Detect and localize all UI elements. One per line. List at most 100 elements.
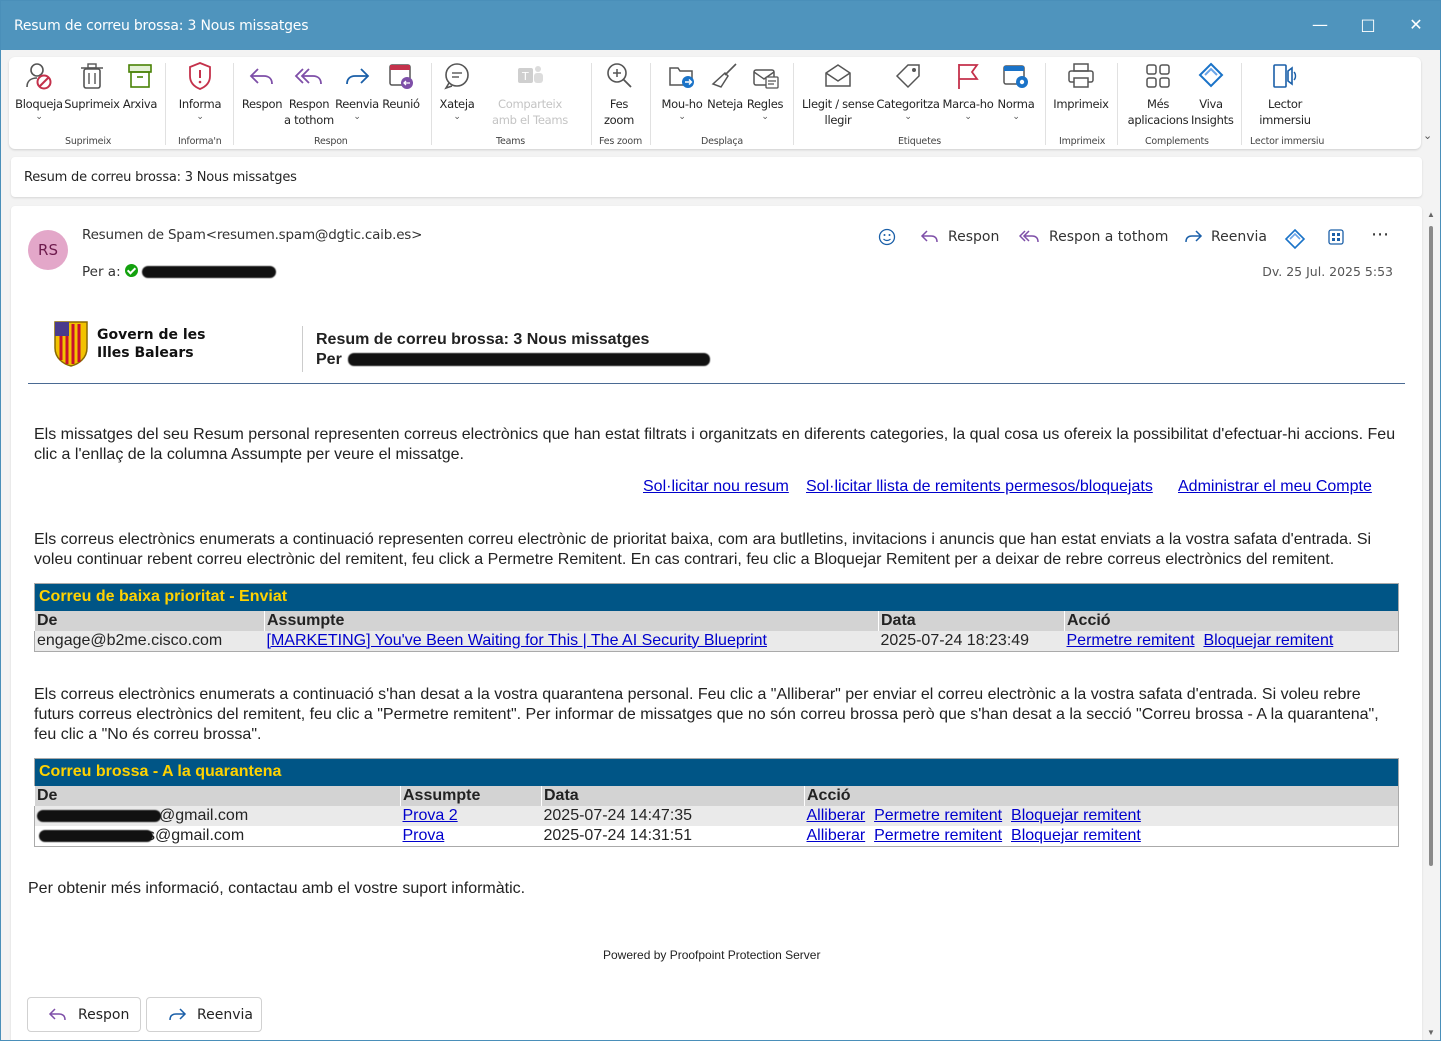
viva-insights-icon <box>1198 62 1224 88</box>
group-label-teams: Teams <box>496 136 526 147</box>
minimize-icon[interactable]: — <box>1308 13 1332 37</box>
broom-icon <box>711 63 737 88</box>
reply-icon <box>48 1007 66 1020</box>
scroll-up-icon[interactable]: ▲ <box>1427 210 1435 219</box>
sender[interactable]: Resumen de Spam<resumen.spam@dgtic.caib.… <box>82 227 422 243</box>
allow-sender-link[interactable]: Permetre remitent <box>874 807 1002 824</box>
table-row: s@gmail.com Prova 2025-07-24 14:31:51 Al… <box>34 825 1399 846</box>
col-header: Assumpte <box>400 785 542 806</box>
subject-link[interactable]: Prova 2 <box>403 807 458 824</box>
printer-icon <box>1068 63 1094 88</box>
govern-logo-shield-icon <box>53 320 89 373</box>
request-sender-list-link[interactable]: Sol·licitar llista de remitents permesos… <box>806 478 1153 496</box>
header-apps-button[interactable] <box>1327 228 1345 246</box>
immersive-reader-button[interactable]: Lector immersiu <box>1249 61 1321 128</box>
footer-info: Per obtenir més informació, contactau am… <box>28 880 526 897</box>
categorize-button[interactable]: Categoritza ⌄ <box>876 61 940 122</box>
ribbon: Bloqueja ⌄ Suprimeix Arxiva Suprimeix Inf… <box>9 57 1421 149</box>
bottom-forward-button[interactable]: Reenvia <box>146 997 262 1032</box>
intro-text: Els missatges del seu Resum personal rep… <box>34 426 1396 463</box>
tag-icon <box>895 64 920 89</box>
close-icon[interactable]: ✕ <box>1404 13 1428 37</box>
share-teams-button[interactable]: T Comparteix amb el Teams <box>477 61 583 128</box>
zoom-icon <box>607 63 632 88</box>
print-button[interactable]: Imprimeix <box>1051 61 1111 112</box>
ribbon-separator <box>1045 63 1046 145</box>
trash-icon <box>81 63 103 89</box>
date-cell: 2025-07-24 14:47:35 <box>543 806 693 824</box>
forward-icon <box>169 1007 187 1020</box>
col-header: Assumpte <box>264 610 879 631</box>
date-cell: 2025-07-24 14:31:51 <box>543 826 693 844</box>
subject-bar: Resum de correu brossa: 3 Nous missatges <box>11 157 1422 197</box>
ribbon-separator <box>793 63 794 145</box>
release-link[interactable]: Alliberar <box>807 827 866 844</box>
request-new-summary-link[interactable]: Sol·licitar nou resum <box>643 478 789 496</box>
report-button[interactable]: Informa ⌄ <box>173 61 227 122</box>
message-pane: RS Resumen de Spam<resumen.spam@dgtic.ca… <box>11 206 1422 1040</box>
block-button[interactable]: Bloqueja ⌄ <box>14 61 64 122</box>
more-apps-button[interactable]: Més aplicacions <box>1122 61 1194 128</box>
read-unread-button[interactable]: Llegit / sense llegir <box>799 61 877 128</box>
scroll-thumb[interactable] <box>1429 226 1433 866</box>
title-bar: Resum de correu brossa: 3 Nous missatges… <box>1 1 1440 50</box>
forward-icon <box>346 68 370 85</box>
bottom-reply-button[interactable]: Respon <box>27 997 141 1032</box>
quarantine-table: Correu brossa - A la quarantena De Assum… <box>34 758 1399 847</box>
group-label-move: Desplaça <box>701 136 744 147</box>
from-cell: engage@b2me.cisco.com <box>37 631 223 649</box>
ribbon-separator <box>233 63 234 145</box>
chat-button[interactable]: Xateja ⌄ <box>437 61 477 122</box>
subject-link[interactable]: Prova <box>403 827 445 844</box>
col-header: Data <box>541 785 805 806</box>
govern-logo-text: Govern de les Illes Balears <box>97 327 206 361</box>
ribbon-expand-icon[interactable]: ⌄ <box>1423 129 1432 142</box>
block-sender-link[interactable]: Bloquejar remitent <box>1203 632 1333 649</box>
move-button[interactable]: Mou-ho ⌄ <box>658 61 706 122</box>
reply-icon <box>249 68 273 85</box>
reply-all-button[interactable]: Respon a tothom <box>284 61 334 128</box>
smiley-icon <box>878 228 896 246</box>
flag-icon <box>958 64 979 89</box>
policy-icon <box>1003 65 1028 88</box>
redacted-address <box>348 353 710 366</box>
allow-sender-link[interactable]: Permetre remitent <box>874 827 1002 844</box>
subject-link[interactable]: [MARKETING] You've Been Waiting for This… <box>267 632 767 649</box>
move-folder-icon <box>669 67 694 88</box>
redacted-recipient <box>142 266 276 278</box>
clean-button[interactable]: Neteja <box>706 61 744 112</box>
date-cell: 2025-07-24 18:23:49 <box>880 631 1030 649</box>
presence-available-icon <box>125 264 138 277</box>
scroll-down-icon[interactable]: ▼ <box>1427 1028 1435 1037</box>
header-reply-all-button[interactable]: Respon a tothom <box>1019 228 1168 246</box>
shield-alert-icon <box>189 62 211 90</box>
powered-by: Powered by Proofpoint Protection Server <box>603 948 821 962</box>
manage-account-link[interactable]: Administrar el meu Compte <box>1178 478 1372 496</box>
archive-button[interactable]: Arxiva <box>120 61 160 112</box>
policy-button[interactable]: Norma ⌄ <box>996 61 1036 122</box>
scrollbar[interactable]: ▲ ▼ <box>1425 206 1440 1040</box>
emoji-button[interactable] <box>878 228 896 246</box>
block-sender-link[interactable]: Bloquejar remitent <box>1011 807 1141 824</box>
reply-all-icon <box>294 68 322 85</box>
header-viva-button[interactable] <box>1284 228 1306 250</box>
rules-icon <box>753 69 779 89</box>
zoom-button[interactable]: Fes zoom <box>595 61 643 128</box>
block-sender-link[interactable]: Bloquejar remitent <box>1011 827 1141 844</box>
meeting-button[interactable]: Reunió <box>379 61 423 112</box>
low-priority-text: Els correus electrònics enumerats a cont… <box>34 531 1372 568</box>
delete-button[interactable]: Suprimeix <box>64 61 120 112</box>
immersive-reader-icon <box>1273 64 1297 88</box>
header-reply-button[interactable]: Respon <box>920 228 999 246</box>
rules-button[interactable]: Regles ⌄ <box>745 61 785 122</box>
header-forward-button[interactable]: Reenvia <box>1183 228 1267 246</box>
forward-button[interactable]: Reenvia ⌄ <box>335 61 379 122</box>
reply-button[interactable]: Respon <box>240 61 284 112</box>
viva-insights-button[interactable]: Viva Insights <box>1190 61 1234 128</box>
release-link[interactable]: Alliberar <box>807 807 866 824</box>
allow-sender-link[interactable]: Permetre remitent <box>1067 632 1195 649</box>
apps-grid-icon <box>1146 64 1170 88</box>
more-options-icon[interactable]: ⋯ <box>1371 224 1389 245</box>
flag-button[interactable]: Marca-ho ⌄ <box>940 61 996 122</box>
maximize-icon[interactable]: □ <box>1356 13 1380 37</box>
